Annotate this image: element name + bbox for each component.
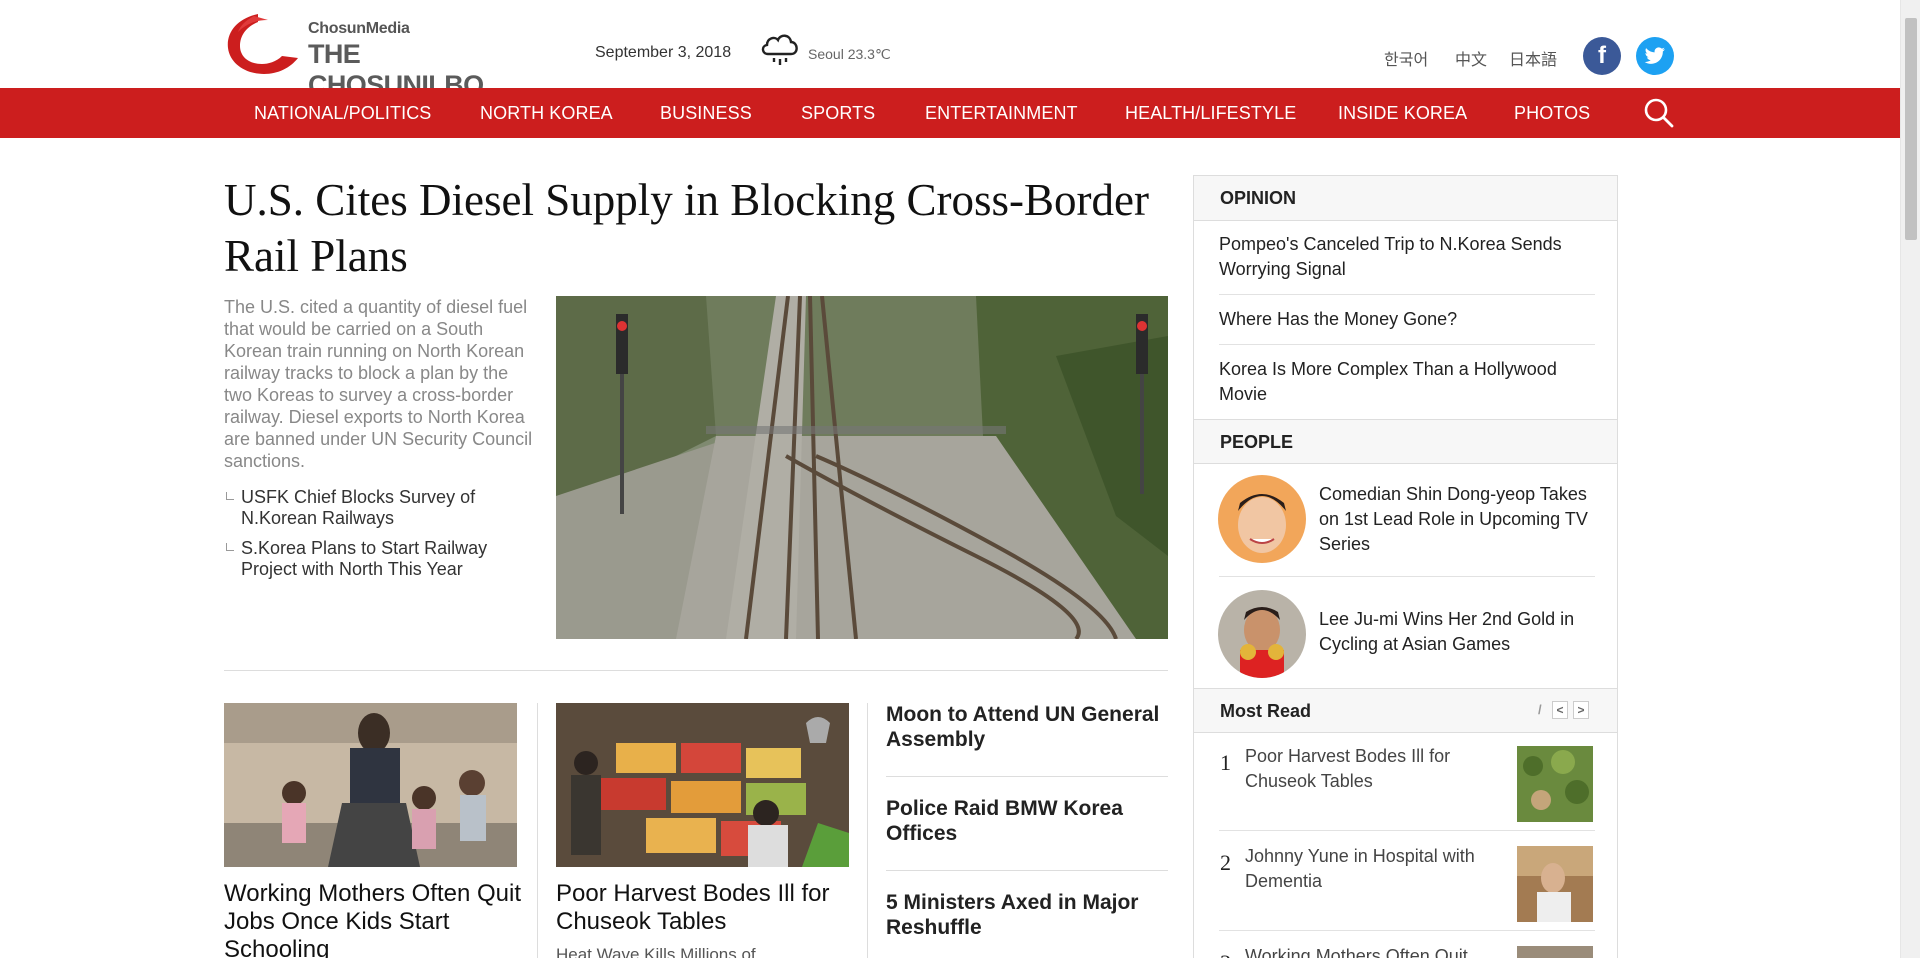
lang-korean-link[interactable]: 한국어 [1384, 46, 1428, 70]
search-icon[interactable] [1643, 97, 1675, 129]
main-nav: NATIONAL/POLITICS NORTH KOREA BUSINESS S… [0, 88, 1900, 138]
lang-japanese-link[interactable]: 日本語 [1509, 46, 1557, 70]
nav-national-politics[interactable]: NATIONAL/POLITICS [254, 103, 431, 124]
twitter-bird-icon [1644, 47, 1665, 64]
story-heat-wave-link[interactable]: Heat Wave Kills Millions of [556, 945, 756, 958]
opinion-item-2[interactable]: Where Has the Money Gone? [1219, 307, 1595, 332]
opinion-item-3[interactable]: Korea Is More Complex Than a Hollywood M… [1219, 357, 1595, 407]
news-separator [886, 776, 1168, 777]
sidebar-separator [1219, 344, 1595, 345]
most-read-item-1[interactable]: Poor Harvest Bodes Ill for Chuseok Table… [1245, 744, 1505, 794]
nav-entertainment[interactable]: ENTERTAINMENT [925, 103, 1078, 124]
column-divider [867, 703, 868, 958]
nav-north-korea[interactable]: NORTH KOREA [480, 103, 613, 124]
most-read-heading: Most Read / < > [1194, 688, 1617, 733]
related-bullet-icon [226, 543, 234, 551]
main-headline[interactable]: U.S. Cites Diesel Supply in Blocking Cro… [224, 172, 1164, 284]
news-separator [886, 870, 1168, 871]
harvest-market-photo[interactable] [556, 703, 849, 867]
chosunilbo-logo[interactable]: ChosunMedia THE CHOSUNILBO [224, 12, 530, 100]
railway-photo[interactable] [556, 296, 1168, 639]
lang-chinese-link[interactable]: 中文 [1455, 46, 1487, 70]
most-read-thumb-2[interactable] [1517, 846, 1593, 922]
rank-number: 3 [1220, 950, 1231, 958]
scrollbar-thumb[interactable] [1905, 18, 1917, 240]
people-heading: PEOPLE [1194, 419, 1617, 464]
people-item-2[interactable]: Lee Ju-mi Wins Her 2nd Gold in Cycling a… [1319, 607, 1599, 657]
most-read-thumb-3[interactable] [1517, 946, 1593, 958]
most-read-thumb-1[interactable] [1517, 746, 1593, 822]
related-link-1[interactable]: USFK Chief Blocks Survey of N.Korean Rai… [241, 487, 541, 529]
top-header: ChosunMedia THE CHOSUNILBO September 3, … [0, 0, 1900, 100]
most-read-item-2[interactable]: Johnny Yune in Hospital with Dementia [1245, 844, 1505, 894]
page-scrollbar[interactable] [1900, 0, 1920, 958]
most-read-prev-button[interactable]: < [1552, 701, 1568, 719]
right-sidebar: OPINION Pompeo's Canceled Trip to N.Kore… [1193, 175, 1618, 958]
related-bullet-icon [226, 492, 234, 500]
rain-cloud-icon [761, 34, 798, 65]
weather-label: Seoul 23.3℃ [808, 46, 891, 62]
column-divider [537, 703, 538, 958]
opinion-item-1[interactable]: Pompeo's Canceled Trip to N.Korea Sends … [1219, 232, 1595, 282]
main-summary[interactable]: The U.S. cited a quantity of diesel fuel… [224, 296, 540, 472]
most-read-next-button[interactable]: > [1573, 701, 1589, 719]
twitter-icon[interactable] [1636, 37, 1674, 75]
current-date: September 3, 2018 [595, 44, 732, 61]
sidebar-separator [1219, 830, 1595, 831]
sidebar-separator [1219, 294, 1595, 295]
most-read-page-slash: / [1538, 702, 1542, 717]
rank-number: 2 [1220, 850, 1231, 875]
nav-business[interactable]: BUSINESS [660, 103, 752, 124]
avatar-lee-ju-mi[interactable] [1218, 590, 1306, 678]
related-link-2[interactable]: S.Korea Plans to Start Railway Project w… [241, 538, 541, 580]
sidebar-separator [1219, 930, 1595, 931]
logo-subtitle: ChosunMedia [308, 20, 410, 37]
opinion-heading: OPINION [1194, 176, 1617, 221]
news-bmw-raid[interactable]: Police Raid BMW Korea Offices [886, 796, 1166, 846]
nav-inside-korea[interactable]: INSIDE KOREA [1338, 103, 1467, 124]
rank-number: 1 [1220, 750, 1231, 775]
most-read-item-3[interactable]: Working Mothers Often Quit [1245, 944, 1505, 958]
story-poor-harvest[interactable]: Poor Harvest Bodes Ill for Chuseok Table… [556, 880, 856, 936]
nav-health-lifestyle[interactable]: HEALTH/LIFESTYLE [1125, 103, 1296, 124]
sidebar-separator [1219, 576, 1595, 577]
section-divider [224, 670, 1168, 671]
story-working-mothers[interactable]: Working Mothers Often Quit Jobs Once Kid… [224, 880, 524, 958]
avatar-shin-dong-yeop[interactable] [1218, 475, 1306, 563]
facebook-icon[interactable]: f [1583, 37, 1621, 75]
people-item-1[interactable]: Comedian Shin Dong-yeop Takes on 1st Lea… [1319, 482, 1599, 557]
news-moon-un[interactable]: Moon to Attend UN General Assembly [886, 702, 1166, 752]
logo-swoosh-icon [227, 14, 298, 74]
working-mothers-photo[interactable] [224, 703, 517, 867]
news-ministers-reshuffle[interactable]: 5 Ministers Axed in Major Reshuffle [886, 890, 1166, 940]
nav-sports[interactable]: SPORTS [801, 103, 875, 124]
most-read-title: Most Read [1220, 701, 1312, 721]
nav-photos[interactable]: PHOTOS [1514, 103, 1590, 124]
